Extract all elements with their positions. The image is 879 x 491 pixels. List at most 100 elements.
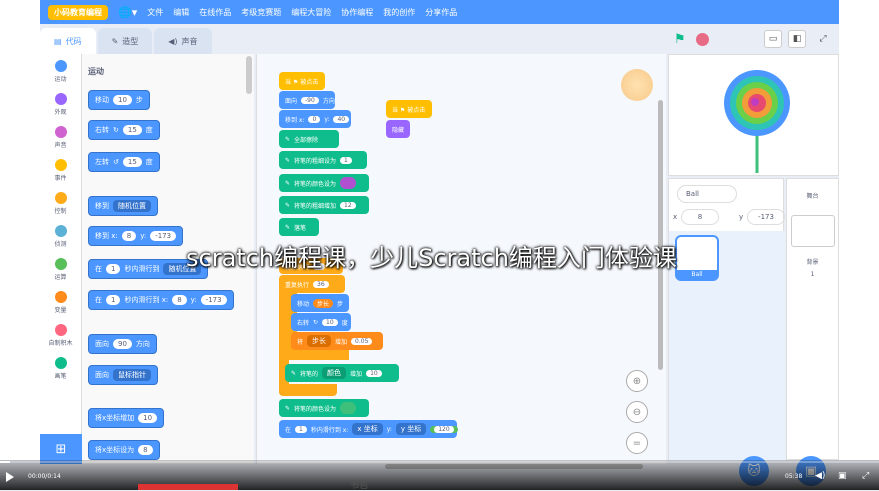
menu-file[interactable]: 文件 [147, 7, 163, 18]
block-dropdown[interactable]: 随机位置 [113, 200, 151, 212]
small-stage-button[interactable]: ▭ [764, 30, 782, 48]
script-point-direction[interactable]: 面向-90方向 [279, 91, 335, 109]
block-point-towards[interactable]: 面向 鼠标指针 [88, 365, 158, 385]
operator-add[interactable]: 120 [430, 426, 457, 433]
fullscreen-button[interactable]: ⤢ [814, 30, 832, 48]
reporter-x[interactable]: x 坐标 [352, 423, 382, 435]
block-input[interactable]: 40 [333, 116, 349, 123]
stop-icon[interactable] [696, 33, 709, 46]
app-logo[interactable]: 小码教育编程 [48, 5, 108, 20]
zoom-reset-button[interactable]: = [626, 432, 648, 454]
block-dropdown[interactable]: 鼠标指针 [113, 369, 151, 381]
video-progress-track[interactable] [0, 461, 879, 463]
block-input[interactable]: 8 [138, 445, 152, 455]
menu-online-works[interactable]: 在线作品 [199, 7, 231, 18]
block-dropdown[interactable]: 步长 [307, 335, 331, 347]
block-input[interactable]: 10 [322, 319, 338, 326]
color-swatch[interactable] [340, 402, 356, 414]
block-glide-xy[interactable]: 在 1 秒内滑行到 x: 8 y: -173 [88, 290, 234, 310]
block-input[interactable]: 10 [366, 370, 382, 377]
script-move-var[interactable]: 移动步长步 [291, 294, 349, 312]
script-hide[interactable]: 隐藏 [386, 120, 410, 138]
menu-share[interactable]: 分享作品 [425, 7, 457, 18]
large-stage-button[interactable]: ◧ [788, 30, 806, 48]
script-change-var[interactable]: 将步长增加0.05 [291, 332, 383, 350]
menu-edit[interactable]: 编辑 [173, 7, 189, 18]
block-goto[interactable]: 移到 随机位置 [88, 196, 158, 216]
block-point-direction[interactable]: 面向 90 方向 [88, 334, 157, 354]
block-input[interactable]: 10 [138, 413, 157, 423]
script-pen-size[interactable]: ✎将笔的粗细设为1 [279, 151, 367, 169]
tab-sound[interactable]: ◀)声音 [154, 28, 211, 54]
sprite-name-field[interactable]: Ball [677, 185, 737, 203]
category-3[interactable]: 事件 [40, 159, 81, 186]
block-input[interactable]: 1 [295, 426, 307, 433]
globe-icon[interactable]: 🌐▾ [118, 6, 137, 19]
volume-icon[interactable]: ◀) [815, 471, 825, 481]
x-field[interactable]: 8 [681, 209, 719, 225]
block-move[interactable]: 移动 10 步 [88, 90, 150, 110]
category-0[interactable]: 运动 [40, 60, 81, 87]
block-input[interactable]: 15 [123, 125, 142, 135]
tab-code[interactable]: ▤代码 [40, 28, 96, 54]
script-hat-flag[interactable]: 当 ⚑ 被点击 [279, 72, 325, 90]
variable-reporter[interactable]: 步长 [313, 299, 333, 308]
block-goto-xy[interactable]: 移到 x: 8 y: -173 [88, 226, 183, 246]
script-pen-size-change[interactable]: ✎将笔的粗细增加12 [279, 196, 369, 214]
script-hat-flag-2[interactable]: 当 ⚑ 被点击 [386, 100, 432, 118]
play-icon[interactable] [6, 472, 14, 482]
backdrop-thumbnail[interactable] [791, 215, 835, 247]
y-field[interactable]: -173 [747, 209, 785, 225]
block-input[interactable]: 8 [122, 231, 136, 241]
block-input[interactable]: -173 [201, 295, 227, 305]
green-flag-icon[interactable]: ⚑ [674, 32, 686, 47]
block-input[interactable]: 1 [340, 157, 352, 164]
category-4[interactable]: 控制 [40, 192, 81, 219]
fullscreen-video-icon[interactable]: ⤢ [862, 471, 869, 481]
menu-adventure[interactable]: 编程大冒险 [291, 7, 331, 18]
block-input[interactable]: 15 [123, 157, 142, 167]
color-swatch[interactable] [340, 177, 356, 189]
menu-collab[interactable]: 协作编程 [341, 7, 373, 18]
category-1[interactable]: 外观 [40, 93, 81, 120]
category-6[interactable]: 运算 [40, 258, 81, 285]
script-pen-clear[interactable]: ✎全部擦除 [279, 130, 339, 148]
category-2[interactable]: 声音 [40, 126, 81, 153]
category-9[interactable]: 画笔 [40, 357, 81, 384]
pip-icon[interactable]: ▣ [838, 471, 847, 481]
script-goto-xy[interactable]: 移到 x:0y:40 [279, 110, 351, 128]
block-input[interactable]: 90 [113, 339, 132, 349]
block-input[interactable]: -173 [150, 231, 176, 241]
block-input[interactable]: 12 [340, 202, 356, 209]
script-vertical-scrollbar[interactable] [658, 100, 663, 370]
block-input[interactable]: 1 [106, 264, 120, 274]
block-input[interactable]: 8 [172, 295, 186, 305]
script-pen-color[interactable]: ✎将笔的颜色设为 [279, 174, 369, 192]
script-pen-down[interactable]: ✎落笔 [279, 218, 319, 236]
script-pen-param-change[interactable]: ✎将笔的颜色增加10 [285, 364, 399, 382]
sprite-thumbnail[interactable]: Ball [675, 235, 719, 281]
category-5[interactable]: 侦测 [40, 225, 81, 252]
category-8[interactable]: 自制积木 [40, 324, 81, 351]
zoom-in-button[interactable]: ⊕ [626, 370, 648, 392]
block-input[interactable]: 10 [113, 95, 132, 105]
zoom-out-button[interactable]: ⊖ [626, 401, 648, 423]
block-input[interactable]: 36 [313, 281, 329, 288]
category-7[interactable]: 变量 [40, 291, 81, 318]
block-set-x[interactable]: 将x坐标设为 8 [88, 440, 160, 460]
script-turn[interactable]: 右转↻10度 [291, 313, 351, 331]
block-change-x[interactable]: 将x坐标增加 10 [88, 408, 164, 428]
stage-canvas[interactable] [668, 54, 839, 176]
reporter-y[interactable]: y 坐标 [396, 423, 426, 435]
script-pen-color-2[interactable]: ✎将笔的颜色设为 [279, 399, 369, 417]
block-turn-left[interactable]: 左转 ↺ 15 度 [88, 152, 160, 172]
script-glide-xy[interactable]: 在1秒内滑行到 x:x 坐标y:y 坐标120 [279, 420, 457, 438]
stage-selector[interactable]: 舞台 背景 1 [786, 178, 839, 460]
block-turn-right[interactable]: 右转 ↻ 15 度 [88, 120, 160, 140]
block-input[interactable]: 1 [106, 295, 120, 305]
block-input[interactable]: -90 [301, 97, 319, 104]
block-dropdown[interactable]: 颜色 [322, 367, 346, 379]
menu-contest[interactable]: 考级竞赛题 [241, 7, 281, 18]
block-input[interactable]: 0.05 [351, 338, 372, 345]
palette-scrollbar[interactable] [246, 56, 252, 94]
